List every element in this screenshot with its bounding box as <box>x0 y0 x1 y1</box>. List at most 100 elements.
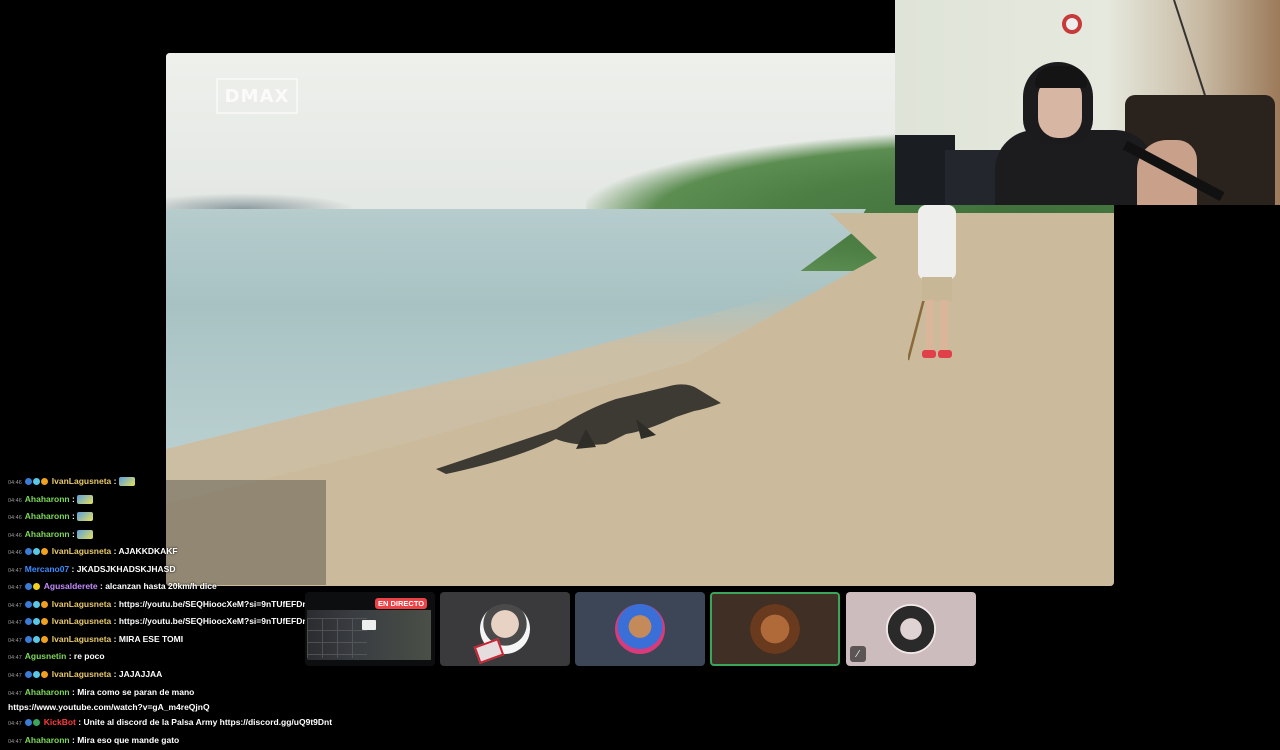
chat-text: Unite al discord de la Palsa Army https:… <box>83 717 332 727</box>
muted-mic-icon[interactable]: ∕ <box>850 646 866 662</box>
chat-separator: : <box>70 735 78 745</box>
chat-text: Mira eso que mande gato <box>77 735 179 745</box>
chat-text: MIRA ESE TOMI <box>119 634 183 644</box>
badge-icon <box>25 601 32 608</box>
participant-tile-speaking[interactable] <box>710 592 840 666</box>
webcam-overlay <box>895 0 1280 205</box>
screen-share-tile[interactable]: EN DIRECTO <box>305 592 435 666</box>
chat-timestamp: 04:46 <box>8 515 22 521</box>
chat-message: 04:46Ahaharonn : <box>8 527 328 545</box>
chat-username[interactable]: IvanLagusneta <box>52 616 112 626</box>
chat-separator: : <box>111 599 119 609</box>
chat-timestamp: 04:47 <box>8 691 22 697</box>
badge-icon <box>25 719 32 726</box>
chat-username[interactable]: Agusnetin <box>25 651 67 661</box>
chat-separator: : <box>111 669 119 679</box>
chat-timestamp: 04:47 <box>8 638 22 644</box>
chat-username[interactable]: KickBot <box>44 717 76 727</box>
chat-username[interactable]: Ahaharonn <box>25 511 70 521</box>
emote-icon <box>119 477 135 486</box>
badge-icon <box>33 478 40 485</box>
chat-timestamp: 04:47 <box>8 721 22 727</box>
chat-message: 04:47Ahaharonn : Mira como se paran de m… <box>8 684 328 715</box>
badge-icon <box>41 671 48 678</box>
chat-timestamp: 04:46 <box>8 480 22 486</box>
user-badges <box>25 715 41 731</box>
badge-icon <box>33 618 40 625</box>
monitor-icon <box>362 620 376 630</box>
chat-username[interactable]: Mercano07 <box>25 564 69 574</box>
thumb-grid <box>307 618 367 658</box>
chat-timestamp: 04:47 <box>8 568 22 574</box>
chat-timestamp: 04:47 <box>8 603 22 609</box>
badge-icon <box>25 478 32 485</box>
chat-text: JAJAJJAA <box>119 669 162 679</box>
badge-icon <box>25 671 32 678</box>
chat-text: AJAKKDKAKF <box>119 546 178 556</box>
chat-timestamp: 04:47 <box>8 739 22 745</box>
chat-separator: : <box>111 546 118 556</box>
chat-timestamp: 04:46 <box>8 533 22 539</box>
badge-icon <box>33 548 40 555</box>
chat-message: 04:47Mercano07 : JKADSJKHADSKJHASD <box>8 562 328 580</box>
streamer-hair <box>1035 66 1087 88</box>
live-badge: EN DIRECTO <box>375 598 427 609</box>
user-badges <box>25 474 49 490</box>
komodo-dragon <box>436 369 726 509</box>
chat-timestamp: 04:46 <box>8 550 22 556</box>
chat-username[interactable]: IvanLagusneta <box>52 546 112 556</box>
chat-message: 04:47IvanLagusneta : https://youtu.be/SE… <box>8 614 328 632</box>
badge-icon <box>33 671 40 678</box>
chat-separator: : <box>69 564 77 574</box>
badge-icon <box>25 583 32 590</box>
chat-message: 04:47Agusalderete : alcanzan hasta 20km/… <box>8 579 328 597</box>
chat-separator: : <box>66 651 74 661</box>
chat-message: 04:46 IvanLagusneta : AJAKKDKAKF <box>8 544 328 562</box>
chat-username[interactable]: IvanLagusneta <box>52 669 112 679</box>
chat-username[interactable]: Ahaharonn <box>25 687 70 697</box>
chat-username[interactable]: Agusalderete <box>44 581 98 591</box>
chat-text: JKADSJKHADSKJHASD <box>77 564 176 574</box>
webcam-lamp <box>1055 8 1089 38</box>
person-with-stick <box>908 205 968 370</box>
chat-username[interactable]: IvanLagusneta <box>52 634 112 644</box>
user-badges <box>25 667 49 683</box>
participant-tile[interactable]: ∕ <box>846 592 976 666</box>
emote-icon <box>77 495 93 504</box>
chat-timestamp: 04:46 <box>8 498 22 504</box>
chat-overlay: 04:46IvanLagusneta : 04:46Ahaharonn : 04… <box>8 474 328 750</box>
user-badges <box>25 579 41 595</box>
webcam-cable <box>1173 0 1209 105</box>
chat-timestamp: 04:47 <box>8 585 22 591</box>
participant-avatar <box>886 604 936 654</box>
badge-icon <box>33 601 40 608</box>
chat-separator: : <box>70 511 78 521</box>
emote-icon <box>77 512 93 521</box>
badge-icon <box>41 601 48 608</box>
participant-tile[interactable] <box>440 592 570 666</box>
chat-separator: : <box>111 476 119 486</box>
chat-username[interactable]: Ahaharonn <box>25 494 70 504</box>
participant-tile[interactable] <box>575 592 705 666</box>
chat-username[interactable]: IvanLagusneta <box>52 599 112 609</box>
channel-logo: DMAX <box>216 78 298 114</box>
chat-separator: : <box>111 634 119 644</box>
chat-message: 04:46 IvanLagusneta : <box>8 474 328 492</box>
user-badges <box>25 632 49 648</box>
badge-icon <box>41 478 48 485</box>
chat-timestamp: 04:47 <box>8 655 22 661</box>
chat-message: 04:47Agusnetin : re poco <box>8 649 328 667</box>
chat-username[interactable]: Ahaharonn <box>25 529 70 539</box>
badge-icon <box>33 636 40 643</box>
chat-message: 04:46Ahaharonn : <box>8 492 328 510</box>
chat-separator: : <box>70 529 78 539</box>
user-badges <box>25 597 49 613</box>
user-badges <box>25 614 49 630</box>
chat-username[interactable]: IvanLagusneta <box>52 476 112 486</box>
badge-icon <box>41 636 48 643</box>
chat-username[interactable]: Ahaharonn <box>25 735 70 745</box>
badge-icon <box>41 548 48 555</box>
badge-icon <box>25 618 32 625</box>
chat-message: 04:47 IvanLagusneta : MIRA ESE TOMI <box>8 632 328 650</box>
user-badges <box>25 544 49 560</box>
